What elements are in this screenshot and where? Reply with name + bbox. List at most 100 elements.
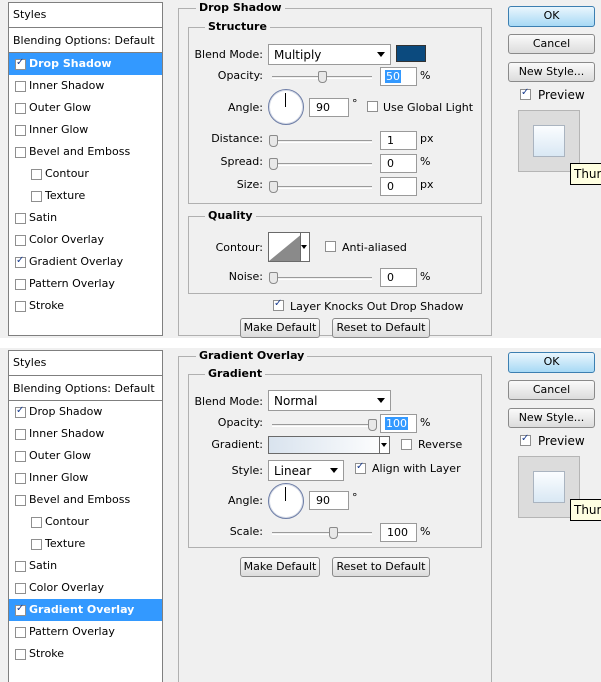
angle-dial[interactable] <box>268 483 304 519</box>
style-item-texture[interactable]: Texture <box>9 533 162 555</box>
slider-knob[interactable] <box>269 135 278 147</box>
slider-knob[interactable] <box>368 419 377 431</box>
checkbox[interactable] <box>15 561 26 572</box>
checkbox[interactable] <box>15 57 26 70</box>
contour-preview[interactable] <box>268 232 304 262</box>
blending-options-item[interactable]: Blending Options: Default <box>9 376 162 401</box>
slider-knob[interactable] <box>318 71 327 83</box>
checkbox[interactable] <box>15 405 26 418</box>
slider-knob[interactable] <box>269 158 278 170</box>
reset-to-default-button[interactable]: Reset to Default <box>332 557 430 577</box>
make-default-button[interactable]: Make Default <box>240 557 320 577</box>
style-item-color-overlay[interactable]: Color Overlay <box>9 577 162 599</box>
distance-slider[interactable] <box>269 135 372 147</box>
style-item-outer-glow[interactable]: Outer Glow <box>9 97 162 119</box>
style-item-drop-shadow[interactable]: Drop Shadow <box>9 401 162 423</box>
angle-field[interactable]: 90 <box>309 491 349 510</box>
cancel-button[interactable]: Cancel <box>508 34 595 54</box>
style-item-satin[interactable]: Satin <box>9 555 162 577</box>
checkbox[interactable] <box>31 539 42 550</box>
checkbox[interactable] <box>15 213 26 224</box>
slider-knob[interactable] <box>269 181 278 193</box>
reverse-checkbox[interactable] <box>401 439 412 450</box>
new-style-button[interactable]: New Style... <box>508 408 595 428</box>
checkbox[interactable] <box>15 255 26 268</box>
spread-slider[interactable] <box>269 158 372 170</box>
style-item-bevel-emboss[interactable]: Bevel and Emboss <box>9 489 162 511</box>
checkbox[interactable] <box>15 451 26 462</box>
checkbox[interactable] <box>15 583 26 594</box>
checkbox[interactable] <box>15 125 26 136</box>
scale-slider[interactable] <box>272 527 372 539</box>
ok-button[interactable]: OK <box>508 6 595 27</box>
preview-checkbox[interactable] <box>520 433 531 446</box>
layer-knocks-checkbox[interactable] <box>273 298 284 311</box>
blending-options-item[interactable]: Blending Options: Default <box>9 28 162 53</box>
opacity-field[interactable]: 100 <box>380 414 417 433</box>
style-item-contour[interactable]: Contour <box>9 511 162 533</box>
align-with-layer-checkbox[interactable] <box>355 461 366 474</box>
checkbox[interactable] <box>15 81 26 92</box>
contour-dropdown[interactable] <box>300 232 310 262</box>
blend-mode-select[interactable]: Multiply <box>268 44 391 65</box>
style-item-contour[interactable]: Contour <box>9 163 162 185</box>
slider-knob[interactable] <box>269 272 278 284</box>
opacity-slider[interactable] <box>272 71 372 83</box>
styles-header[interactable]: Styles <box>9 351 162 376</box>
gradient-picker[interactable] <box>268 436 390 454</box>
size-field[interactable]: 0 <box>380 177 417 196</box>
style-item-pattern-overlay[interactable]: Pattern Overlay <box>9 621 162 643</box>
checkbox[interactable] <box>31 191 42 202</box>
slider-knob[interactable] <box>329 527 338 539</box>
style-item-outer-glow[interactable]: Outer Glow <box>9 445 162 467</box>
distance-field[interactable]: 1 <box>380 131 417 150</box>
anti-aliased-checkbox[interactable] <box>325 241 336 252</box>
checkbox[interactable] <box>15 103 26 114</box>
style-item-stroke[interactable]: Stroke <box>9 643 162 665</box>
style-item-texture[interactable]: Texture <box>9 185 162 207</box>
use-global-light-checkbox[interactable] <box>367 101 378 112</box>
style-item-inner-glow[interactable]: Inner Glow <box>9 467 162 489</box>
style-item-inner-glow[interactable]: Inner Glow <box>9 119 162 141</box>
style-item-satin[interactable]: Satin <box>9 207 162 229</box>
ok-button[interactable]: OK <box>508 352 595 373</box>
opacity-slider[interactable] <box>272 419 377 431</box>
preview-checkbox[interactable] <box>520 87 531 100</box>
style-item-inner-shadow[interactable]: Inner Shadow <box>9 423 162 445</box>
style-item-gradient-overlay[interactable]: Gradient Overlay <box>9 251 162 273</box>
shadow-color-swatch[interactable] <box>396 45 426 62</box>
noise-slider[interactable] <box>269 272 372 284</box>
checkbox[interactable] <box>15 279 26 290</box>
style-item-pattern-overlay[interactable]: Pattern Overlay <box>9 273 162 295</box>
make-default-button[interactable]: Make Default <box>240 318 320 338</box>
cancel-button[interactable]: Cancel <box>508 380 595 400</box>
checkbox[interactable] <box>31 169 42 180</box>
checkbox[interactable] <box>15 235 26 246</box>
size-slider[interactable] <box>269 181 372 193</box>
checkbox[interactable] <box>15 301 26 312</box>
style-item-inner-shadow[interactable]: Inner Shadow <box>9 75 162 97</box>
checkbox[interactable] <box>15 429 26 440</box>
style-item-color-overlay[interactable]: Color Overlay <box>9 229 162 251</box>
style-item-stroke[interactable]: Stroke <box>9 295 162 317</box>
new-style-button[interactable]: New Style... <box>508 62 595 82</box>
chevron-down-icon[interactable] <box>379 437 389 453</box>
checkbox[interactable] <box>15 495 26 506</box>
style-item-bevel-emboss[interactable]: Bevel and Emboss <box>9 141 162 163</box>
reset-to-default-button[interactable]: Reset to Default <box>332 318 430 338</box>
checkbox[interactable] <box>31 517 42 528</box>
checkbox[interactable] <box>15 473 26 484</box>
checkbox[interactable] <box>15 649 26 660</box>
noise-field[interactable]: 0 <box>380 268 417 287</box>
checkbox[interactable] <box>15 147 26 158</box>
style-select[interactable]: Linear <box>268 460 344 481</box>
angle-dial[interactable] <box>268 89 304 125</box>
style-item-drop-shadow[interactable]: Drop Shadow <box>9 53 162 75</box>
blend-mode-select[interactable]: Normal <box>268 390 391 411</box>
checkbox[interactable] <box>15 627 26 638</box>
opacity-field[interactable]: 50 <box>380 67 417 86</box>
angle-field[interactable]: 90 <box>309 98 349 117</box>
styles-header[interactable]: Styles <box>9 3 162 28</box>
checkbox[interactable] <box>15 603 26 616</box>
spread-field[interactable]: 0 <box>380 154 417 173</box>
